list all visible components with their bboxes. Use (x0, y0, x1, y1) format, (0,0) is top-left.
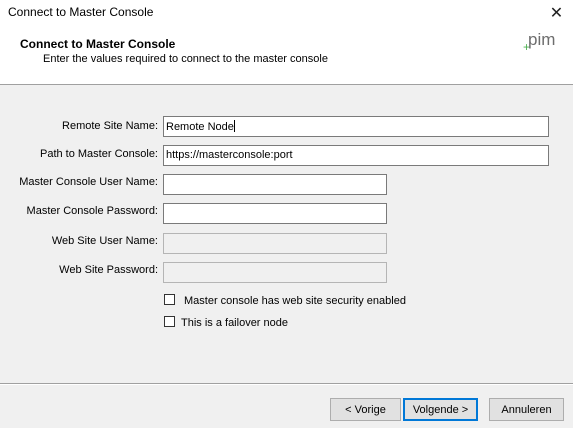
wizard-header: Connect to Master Console Enter the valu… (0, 26, 573, 85)
path-to-master-console-label: Path to Master Console: (39, 148, 158, 160)
remote-site-name-label: Remote Site Name: (62, 120, 158, 132)
failover-node-label[interactable]: This is a failover node (181, 317, 288, 329)
remote-site-name-value: Remote Node (166, 121, 234, 133)
title-bar: Connect to Master Console ✕ (0, 0, 573, 26)
web-site-password-input (163, 262, 387, 283)
pim-logo: + pim (523, 31, 555, 53)
header-subtitle: Enter the values required to connect to … (43, 53, 328, 65)
web-site-password-label: Web Site Password: (59, 264, 158, 276)
master-console-user-name-input[interactable] (163, 174, 387, 195)
close-icon[interactable]: ✕ (540, 0, 573, 26)
remote-site-name-input[interactable]: Remote Node (163, 116, 549, 137)
web-site-user-name-label: Web Site User Name: (51, 235, 158, 247)
window-title: Connect to Master Console (8, 5, 154, 19)
header-title: Connect to Master Console (20, 37, 176, 51)
path-to-master-console-input[interactable]: https://masterconsole:port (163, 145, 549, 166)
master-console-user-name-label: Master Console User Name: (19, 176, 158, 188)
web-site-security-checkbox[interactable] (164, 294, 175, 305)
logo-text: pim (528, 31, 555, 49)
footer-divider (0, 383, 573, 385)
text-caret (233, 120, 235, 132)
path-to-master-console-value: https://masterconsole:port (166, 149, 293, 161)
master-console-password-input[interactable] (163, 203, 387, 224)
master-console-password-label: Master Console Password: (26, 205, 158, 217)
web-site-security-label[interactable]: Master console has web site security ena… (184, 295, 406, 307)
web-site-user-name-input (163, 233, 387, 254)
next-button[interactable]: Volgende > (403, 398, 478, 421)
failover-node-checkbox[interactable] (164, 316, 175, 327)
cancel-button[interactable]: Annuleren (489, 398, 564, 421)
back-button[interactable]: < Vorige (330, 398, 401, 421)
